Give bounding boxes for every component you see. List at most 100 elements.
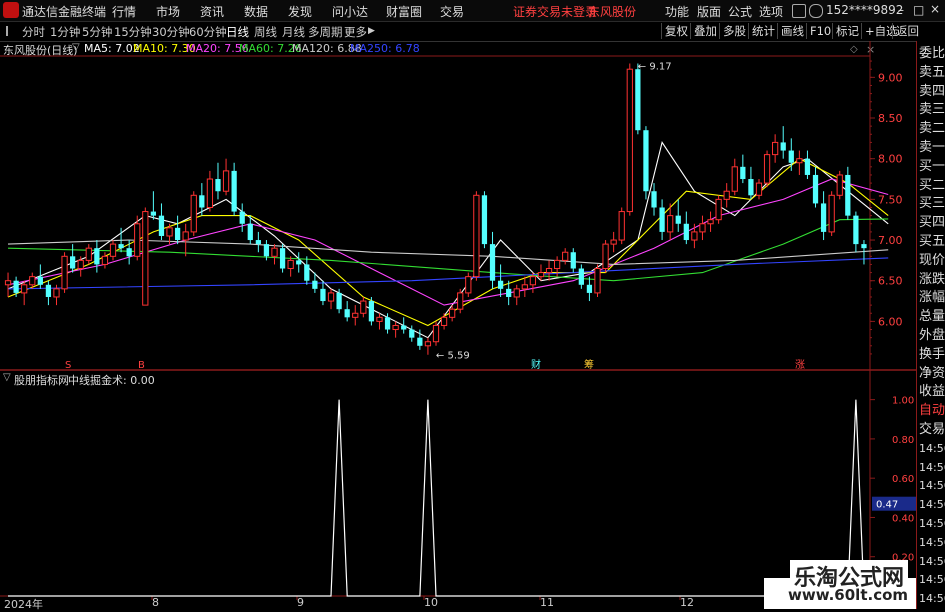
price-annotation: ← 9.17: [638, 62, 672, 73]
candle-body: [820, 203, 827, 232]
side-item: 换手: [919, 346, 945, 362]
side-item: 卖五: [919, 64, 945, 80]
candle-body: [352, 312, 359, 318]
side-item: 涨幅: [919, 290, 945, 306]
candle-body: [263, 244, 270, 257]
candle-body: [13, 280, 19, 293]
date-label: 11: [540, 596, 554, 609]
candle-body: [85, 247, 92, 261]
candle-body: [804, 158, 811, 175]
y-tick-label: 6.50: [878, 275, 903, 288]
candle-body: [199, 195, 205, 208]
candle-body: [222, 170, 230, 192]
candle-body: [4, 280, 12, 286]
indicator-value: 中线掘金术: 0.00: [68, 374, 155, 387]
marker-s1: S: [65, 360, 71, 371]
candle-body: [796, 158, 803, 164]
candle-body: [586, 284, 593, 293]
candle-body: [118, 244, 124, 249]
candle-body: [417, 337, 423, 346]
candle-body: [344, 309, 350, 318]
y-tick-label: 8.50: [878, 112, 903, 125]
candle-body: [182, 231, 189, 241]
candle-body: [772, 141, 779, 156]
candle-body: [691, 231, 698, 241]
candle-body: [166, 227, 173, 237]
y-tick-label: 6.00: [878, 315, 903, 328]
candle-body: [61, 255, 68, 290]
candle-body: [142, 211, 149, 306]
candle-body: [271, 247, 278, 257]
side-item: 14:56: [919, 479, 945, 493]
candle-body: [384, 317, 391, 330]
side-item: 现价: [919, 252, 945, 268]
candle-body: [239, 211, 245, 224]
kline-chart: 6.00 6.50 7.00 7.50 8.00 8.50 9.00 ← 9.17 ← 5.59…: [0, 41, 916, 609]
candle-body: [101, 255, 109, 265]
candle-body: [296, 260, 302, 265]
indicator-dropdown-icon[interactable]: ▽: [3, 372, 11, 383]
side-item[interactable]: 自动: [919, 402, 945, 420]
candle-body: [29, 276, 36, 286]
candle-body: [755, 182, 763, 196]
candle-body: [392, 324, 399, 331]
side-item: 买五: [919, 234, 945, 249]
candle-body: [740, 166, 746, 180]
indicator-line: [8, 399, 889, 597]
candle-body: [401, 325, 407, 330]
candle-body: [481, 195, 488, 245]
candle-body: [473, 194, 480, 278]
date-label: 10: [424, 596, 438, 609]
quote-side-panel: 委比 卖五 卖四 卖三 卖二 卖一 买一 买二 买三 买四 买五 现价 涨跌 涨幅 总量 外盘 换手 净资 收益 自动…: [916, 41, 945, 609]
y-tick-label: 8.00: [878, 153, 903, 166]
side-item: 委比: [919, 46, 945, 61]
candle-body: [537, 272, 545, 278]
side-item: 总量: [919, 309, 945, 325]
candle-body: [327, 292, 335, 302]
side-item: 14:56: [919, 517, 945, 530]
side-item[interactable]: 交易: [919, 421, 945, 439]
side-item: 卖四: [919, 83, 945, 99]
candle-body: [828, 194, 835, 233]
candle-body: [707, 219, 714, 225]
candle-body: [715, 198, 722, 221]
sub-y-tick-label: 0.60: [892, 474, 914, 485]
marker-chou: 筹: [584, 358, 594, 371]
side-item: 买二: [919, 177, 945, 193]
sub-y-tick-label: 0.80: [892, 435, 914, 446]
candle-body: [45, 284, 52, 297]
y-tick-label: 7.50: [878, 193, 903, 206]
candle-body: [812, 174, 819, 204]
candle-body: [861, 244, 867, 249]
candle-body: [409, 329, 415, 338]
sub-y-tick-label: 1.00: [892, 396, 914, 407]
side-item: 14:56: [919, 592, 945, 606]
candle-body: [594, 268, 601, 294]
candle-body: [763, 154, 771, 184]
close-icon[interactable]: ×: [930, 2, 940, 16]
candle-body: [126, 248, 132, 257]
candle-body: [320, 288, 326, 302]
sub-y-tick-label: 0.40: [892, 513, 914, 524]
candle-body: [279, 248, 286, 269]
candle-body: [440, 316, 448, 326]
date-label: 12: [680, 596, 694, 609]
candle-body: [667, 215, 674, 233]
candle-body: [53, 288, 60, 298]
candle-body: [206, 178, 214, 208]
candle-body: [748, 179, 754, 196]
side-item: 14:56: [919, 554, 945, 568]
candle-body: [368, 301, 375, 322]
candle-body: [190, 194, 197, 233]
candle-body: [449, 308, 456, 318]
watermark-url: www.60lt.com: [788, 586, 909, 604]
candle-body: [699, 223, 706, 233]
candle-body: [376, 316, 383, 322]
candle-body: [77, 259, 84, 270]
candle-body: [497, 280, 504, 289]
candle-body: [578, 268, 584, 285]
candle-body: [247, 223, 253, 241]
marker-zhang: 涨: [795, 359, 805, 371]
candle-body: [836, 174, 843, 196]
candle-body: [360, 300, 367, 314]
